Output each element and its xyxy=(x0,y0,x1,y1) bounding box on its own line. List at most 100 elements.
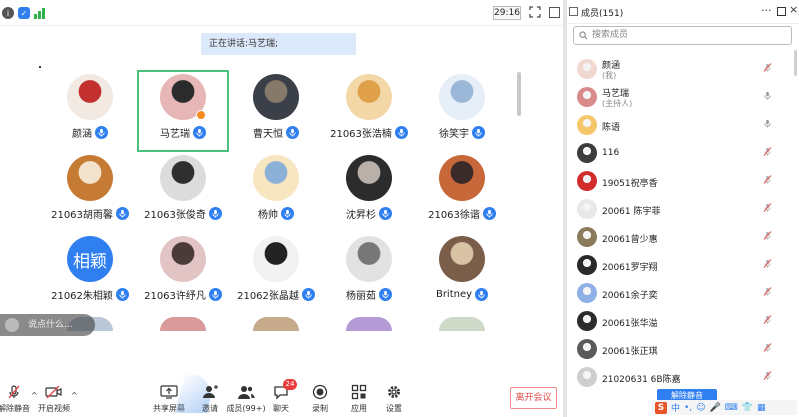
mic-icon xyxy=(193,125,206,139)
participant-tile[interactable]: 21063徐谐 xyxy=(416,151,508,233)
record-label: 录制 xyxy=(312,404,328,413)
mic-muted-icon[interactable] xyxy=(763,287,775,299)
participant-name-row: 杨丽茹 xyxy=(323,286,415,302)
participant-tile[interactable]: 颜涵 xyxy=(44,70,136,152)
popout-icon[interactable] xyxy=(777,7,786,16)
grid-scrollbar[interactable] xyxy=(517,72,521,116)
gear-icon xyxy=(385,383,403,401)
participant-name: 21063徐谐 xyxy=(428,209,480,221)
leave-meeting-button[interactable]: 离开会议 xyxy=(510,387,557,409)
ime-mode[interactable]: 中 xyxy=(671,401,680,414)
shield-icon[interactable]: ✓ xyxy=(18,7,30,19)
start-video-button[interactable]: 开启视频 xyxy=(38,383,70,415)
member-row[interactable]: 20061罗宇翔 xyxy=(567,252,799,278)
signal-icon[interactable] xyxy=(34,7,46,19)
sidebar-toggle-icon[interactable] xyxy=(549,7,560,18)
participant-tile[interactable]: 相颖 21062朱相颖 xyxy=(44,232,136,314)
voice-icon[interactable]: 🎤 xyxy=(710,403,721,413)
mic-muted-icon[interactable] xyxy=(763,231,775,243)
member-name: 116 xyxy=(602,148,620,158)
info-icon[interactable]: i xyxy=(2,7,14,19)
grid-menu-icon[interactable]: ▦ xyxy=(757,403,766,413)
video-options-chevron-icon[interactable]: ^ xyxy=(71,391,78,400)
participant-tile[interactable]: 21063胡雨馨 xyxy=(44,151,136,233)
mic-muted-icon[interactable] xyxy=(763,315,775,327)
avatar xyxy=(577,311,597,331)
participant-tile[interactable]: 杨丽茹 xyxy=(323,232,415,314)
participant-name: 21063许纾凡 xyxy=(144,290,206,302)
member-name: 20061张华溢 xyxy=(602,319,658,329)
participant-name-row: Britney xyxy=(416,286,508,302)
participant-tile[interactable]: 曹天恒 xyxy=(230,70,322,152)
panel-logo-icon xyxy=(569,7,578,16)
mic-muted-icon[interactable] xyxy=(763,63,775,75)
search-placeholder: 搜索成员 xyxy=(592,30,629,40)
member-name: 19051祝亭香 xyxy=(602,179,658,189)
member-row[interactable]: 116 xyxy=(567,140,799,166)
mic-muted-icon[interactable] xyxy=(763,371,775,383)
invite-button[interactable]: 邀请 xyxy=(200,383,220,415)
mic-muted-icon[interactable] xyxy=(763,259,775,271)
audio-options-chevron-icon[interactable]: ^ xyxy=(31,391,38,400)
speaking-name: 马艺瑞; xyxy=(248,39,279,49)
more-icon[interactable]: ··· xyxy=(761,4,772,17)
participant-name-row: 马艺瑞 xyxy=(137,124,229,140)
member-search-input[interactable]: 搜索成员 xyxy=(573,26,792,45)
members-icon xyxy=(237,383,255,401)
mic-muted-icon[interactable] xyxy=(763,343,775,355)
member-row[interactable]: 20061余子奕 xyxy=(567,280,799,306)
participant-name: 21063张浩楠 xyxy=(330,128,392,140)
member-row[interactable]: 马艺瑞 (主持人) xyxy=(567,84,799,110)
participant-tile[interactable]: 马艺瑞 xyxy=(137,70,229,152)
member-row[interactable]: 20061张华溢 xyxy=(567,308,799,334)
member-row[interactable]: 19051祝亭香 xyxy=(567,168,799,194)
participant-tile[interactable]: Britney xyxy=(416,232,508,314)
member-name: 陈语 xyxy=(602,123,621,133)
member-row[interactable]: 颜涵 (我) xyxy=(567,56,799,82)
members-button[interactable]: 成员(99+) xyxy=(226,383,266,415)
meeting-timer: 29:16 xyxy=(493,6,521,20)
mic-icon xyxy=(379,206,392,220)
participant-tile[interactable]: 21062张晶越 xyxy=(230,232,322,314)
participant-name: 沈昇杉 xyxy=(346,209,376,221)
unmute-label: 解除静音 xyxy=(0,404,30,413)
mic-icon xyxy=(281,206,294,220)
member-row[interactable]: 20061张正琪 xyxy=(567,336,799,362)
camera-off-icon xyxy=(45,383,63,401)
close-icon[interactable]: × xyxy=(789,3,798,16)
member-row[interactable]: 20061 陈宇菲 xyxy=(567,196,799,222)
avatar xyxy=(160,236,206,282)
mic-muted-icon[interactable] xyxy=(763,203,775,215)
chat-button[interactable]: 24 聊天 xyxy=(271,379,297,415)
members-title: 成员(151) xyxy=(581,9,624,19)
avatar xyxy=(439,317,485,331)
mic-icon[interactable] xyxy=(763,119,775,131)
avatar xyxy=(160,317,206,331)
participant-tile[interactable]: 21063张俊奇 xyxy=(137,151,229,233)
mic-icon xyxy=(301,287,315,301)
member-row[interactable]: 21020631 6B陈嘉 xyxy=(567,364,799,390)
participant-tile[interactable]: 沈昇杉 xyxy=(323,151,415,233)
mic-icon[interactable] xyxy=(763,91,775,103)
comment-input[interactable]: 说点什么... xyxy=(0,314,95,336)
participant-tile[interactable]: 杨帅 xyxy=(230,151,322,233)
participant-name: Britney xyxy=(435,288,473,300)
fullscreen-icon[interactable] xyxy=(529,6,541,18)
record-button[interactable]: 录制 xyxy=(310,383,330,415)
apps-icon xyxy=(350,383,368,401)
skin-icon[interactable]: 👕 xyxy=(742,403,753,413)
member-row[interactable]: 20061曾少惠 xyxy=(567,224,799,250)
punctuation-icon[interactable]: •, xyxy=(684,403,692,413)
participant-tile[interactable]: 21063许纾凡 xyxy=(137,232,229,314)
member-row[interactable]: 陈语 xyxy=(567,112,799,138)
emoji-icon[interactable]: ☺ xyxy=(696,403,705,413)
mic-muted-icon[interactable] xyxy=(763,147,775,159)
settings-button[interactable]: 设置 xyxy=(384,383,404,415)
participant-tile[interactable]: 21063张浩楠 xyxy=(323,70,415,152)
participant-tile[interactable]: 徐笑宇 xyxy=(416,70,508,152)
bottom-toolbar: 解除静音 ^ 开启视频 ^ 共享屏幕 邀请 成员(99+) 24 聊天 录制 应… xyxy=(0,373,563,417)
keyboard-icon[interactable]: ⌨ xyxy=(725,403,738,413)
mic-muted-icon[interactable] xyxy=(763,175,775,187)
unmute-button[interactable]: 解除静音 xyxy=(0,383,30,415)
apps-button[interactable]: 应用 xyxy=(349,383,369,415)
